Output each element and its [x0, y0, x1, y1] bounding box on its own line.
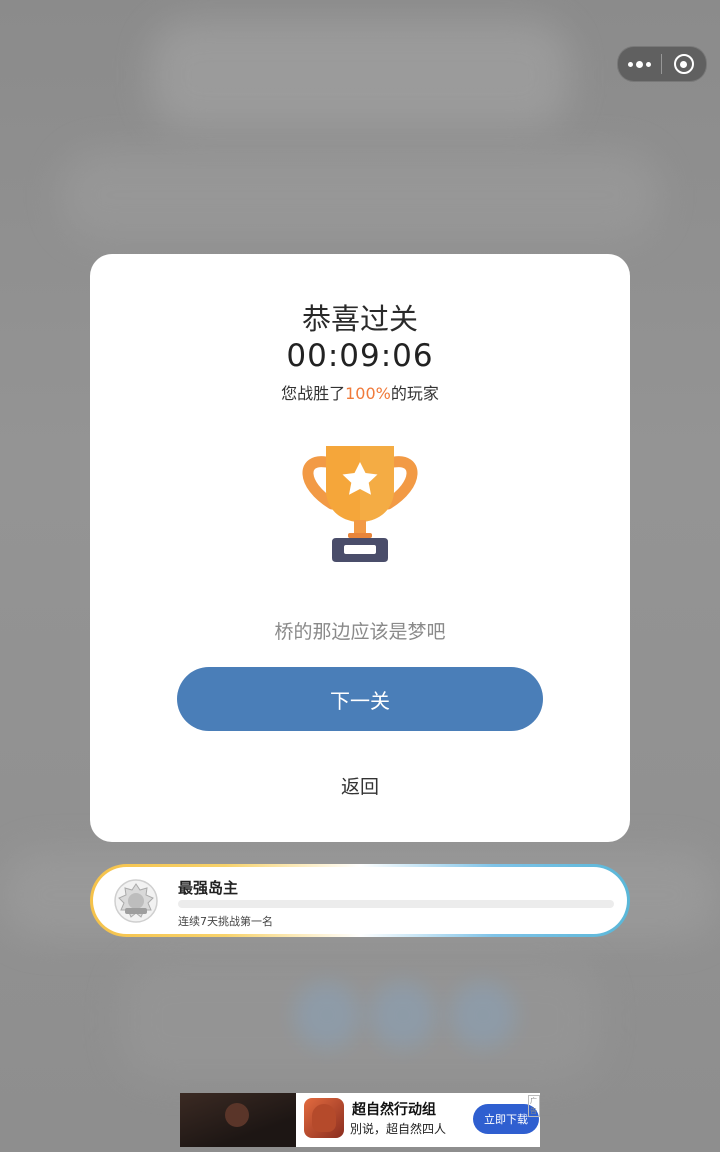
elapsed-time: 00:09:06	[286, 338, 434, 374]
achievement-description: 连续7天挑战第一名	[178, 915, 273, 928]
level-quote: 桥的那边应该是梦吧	[274, 621, 446, 643]
trophy-icon	[302, 446, 418, 562]
background-blur	[60, 150, 660, 240]
ad-title: 超自然行动组	[352, 1102, 436, 1118]
background-circle	[370, 982, 436, 1048]
beat-players-text: 您战胜了100%的玩家	[0, 380, 720, 404]
achievement-title: 最强岛主	[178, 879, 239, 897]
beat-suffix: 的玩家	[390, 384, 439, 403]
achievement-card-body: 最强岛主 连续7天挑战第一名	[93, 867, 627, 934]
more-dots-icon[interactable]	[618, 47, 661, 81]
background-circle	[294, 982, 360, 1048]
beat-prefix: 您战胜了	[281, 384, 346, 403]
next-level-button[interactable]: 下一关	[177, 667, 543, 731]
modal-title: 恭喜过关	[301, 302, 418, 336]
ad-tag: 广告	[528, 1095, 540, 1117]
beat-percent: 100%	[345, 384, 391, 403]
achievement-progress-bar	[178, 900, 614, 908]
close-target-icon[interactable]	[662, 47, 705, 81]
ad-video-thumbnail[interactable]	[180, 1093, 296, 1147]
background-circle	[450, 982, 516, 1048]
background-blur	[150, 20, 570, 130]
background-blur	[120, 960, 600, 1080]
ad-app-icon[interactable]	[304, 1098, 344, 1138]
ad-subtitle: 別说，超自然四人	[350, 1122, 447, 1136]
miniprogram-capsule	[617, 46, 707, 82]
ad-banner[interactable]: 超自然行动组 別说，超自然四人 立即下载 广告	[180, 1093, 540, 1147]
achievement-card: 最强岛主 连续7天挑战第一名	[90, 864, 630, 937]
badge-icon	[114, 879, 158, 923]
back-button[interactable]: 返回	[0, 772, 720, 799]
